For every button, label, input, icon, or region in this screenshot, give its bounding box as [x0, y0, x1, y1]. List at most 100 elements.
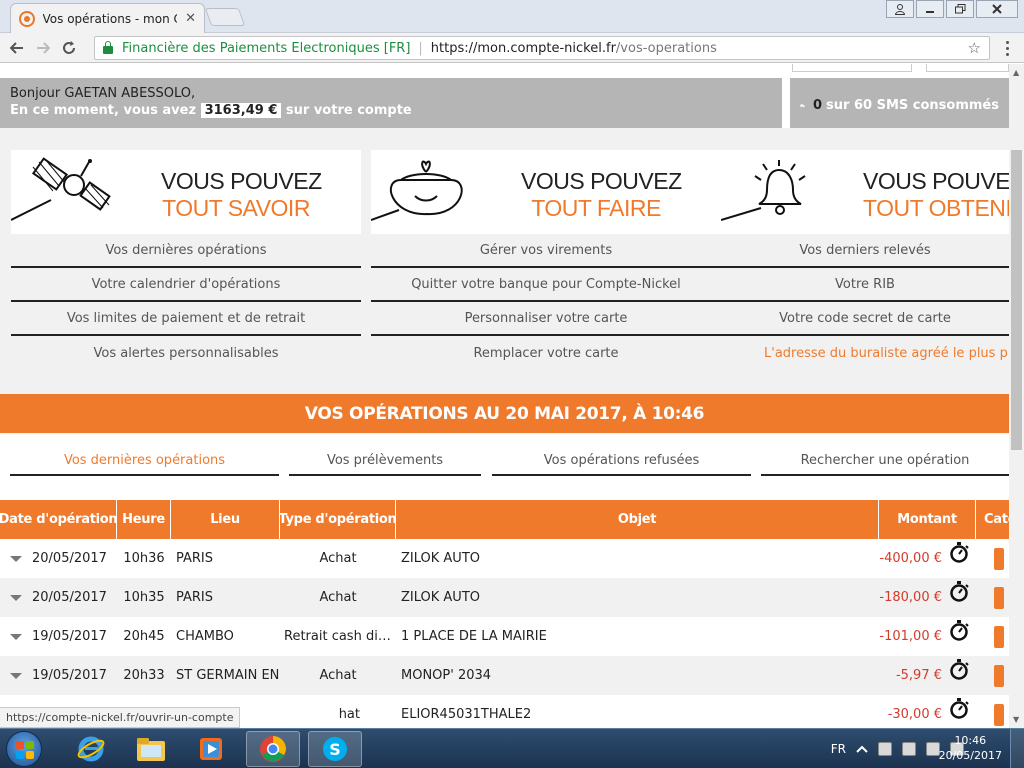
- tab-rechercher-operation[interactable]: Rechercher une opération: [761, 446, 1009, 476]
- col-objet[interactable]: Objet: [396, 500, 879, 539]
- taskbar-explorer[interactable]: [124, 731, 178, 767]
- address-bar[interactable]: Financière des Paiements Electroniques […: [94, 36, 990, 60]
- windows-logo-icon: [16, 741, 34, 759]
- page-scrollbar[interactable]: ▲ ▼: [1009, 64, 1024, 728]
- stopwatch-icon[interactable]: [948, 658, 970, 680]
- greeting-text: Bonjour GAETAN ABESSOLO,: [10, 86, 196, 101]
- device-icon[interactable]: [902, 742, 916, 756]
- sms-counter: 0 sur 60 SMS consommés: [790, 78, 1009, 138]
- table-row[interactable]: 20/05/2017 10h35 PARIS Achat ZILOK AUTO …: [0, 578, 1009, 617]
- category-icon[interactable]: [993, 625, 1004, 648]
- tab-operations-refusees[interactable]: Vos opérations refusées: [492, 446, 751, 476]
- link-quitter-banque[interactable]: Quitter votre banque pour Compte-Nickel: [371, 268, 721, 302]
- expand-caret-icon[interactable]: [10, 672, 22, 679]
- operations-banner: VOS OPÉRATIONS AU 20 MAI 2017, À 10:46: [0, 394, 1009, 433]
- table-row[interactable]: 19/05/2017 20h45 CHAMBO Retrait cash dis…: [0, 617, 1009, 656]
- close-window-button[interactable]: [976, 0, 1018, 18]
- scroll-down-icon[interactable]: ▼: [1013, 715, 1019, 724]
- link-virements[interactable]: Gérer vos virements: [371, 234, 721, 268]
- taskbar-skype[interactable]: S: [308, 731, 362, 767]
- show-desktop-button[interactable]: [1010, 729, 1024, 768]
- clock-time: 10:46: [954, 734, 987, 747]
- table-header: Date d'opération Heure Lieu Type d'opéra…: [0, 500, 1009, 539]
- sms-count: 0: [813, 98, 823, 113]
- scroll-thumb[interactable]: [1011, 150, 1022, 450]
- link-limites[interactable]: Vos limites de paiement et de retrait: [11, 302, 361, 336]
- col-categorie[interactable]: Caté: [976, 500, 1009, 539]
- chrome-icon: [260, 736, 286, 762]
- page-viewport: Bonjour GAETAN ABESSOLO, En ce moment, v…: [0, 64, 1009, 728]
- stopwatch-icon[interactable]: [948, 619, 970, 641]
- scroll-up-icon[interactable]: ▲: [1013, 68, 1019, 77]
- internet-explorer-icon: [77, 736, 105, 762]
- window-controls: [884, 0, 1018, 18]
- reload-button[interactable]: [56, 35, 82, 61]
- link-personnaliser-carte[interactable]: Personnaliser votre carte: [371, 302, 721, 336]
- category-icon[interactable]: [993, 703, 1004, 726]
- action-center-icon[interactable]: [878, 742, 892, 756]
- expand-caret-icon[interactable]: [10, 633, 22, 640]
- category-icon[interactable]: [993, 547, 1004, 570]
- skype-icon: S: [323, 737, 347, 761]
- link-rib[interactable]: Votre RIB: [721, 268, 1009, 302]
- category-icon[interactable]: [993, 586, 1004, 609]
- link-remplacer-carte[interactable]: Remplacer votre carte: [371, 336, 721, 370]
- col-date[interactable]: Date d'opération: [0, 500, 117, 539]
- stopwatch-icon[interactable]: [948, 697, 970, 719]
- back-button[interactable]: [4, 35, 30, 61]
- language-indicator[interactable]: FR: [831, 742, 846, 756]
- taskbar-internet-explorer[interactable]: [64, 731, 118, 767]
- lock-icon: [103, 40, 113, 54]
- taskbar-clock[interactable]: 10:46 20/05/2017: [939, 733, 1002, 763]
- feature-card-tout-savoir: VOUS POUVEZ TOUT SAVOIR: [11, 150, 361, 234]
- table-row[interactable]: 20/05/2017 10h36 PARIS Achat ZILOK AUTO …: [0, 539, 1009, 578]
- feature-heading: VOUS POUVEZ TOUT OBTENIR: [863, 168, 1009, 221]
- feature-card-tout-faire: VOUS POUVEZ TOUT FAIRE: [371, 150, 721, 234]
- start-button[interactable]: [6, 731, 42, 767]
- nickel-favicon-icon: [19, 10, 35, 27]
- link-dernieres-operations[interactable]: Vos dernières opérations: [11, 234, 361, 268]
- tab-close-icon[interactable]: ✕: [185, 11, 196, 26]
- stopwatch-icon[interactable]: [948, 580, 970, 602]
- browser-menu-button[interactable]: [998, 37, 1016, 59]
- tab-title: Vos opérations - mon Co: [42, 11, 178, 26]
- bookmark-star-icon[interactable]: ☆: [968, 39, 981, 57]
- link-buraliste[interactable]: L'adresse du buraliste agréé le plus pro…: [721, 336, 1009, 370]
- expand-caret-icon[interactable]: [10, 594, 22, 601]
- tray-expand-icon[interactable]: [856, 744, 868, 754]
- col-montant[interactable]: Montant: [879, 500, 976, 539]
- browser-toolbar: Financière des Paiements Electroniques […: [0, 33, 1024, 63]
- category-icon[interactable]: [993, 664, 1004, 687]
- col-lieu[interactable]: Lieu: [171, 500, 280, 539]
- operations-table: Date d'opération Heure Lieu Type d'opéra…: [0, 500, 1009, 728]
- link-releves[interactable]: Vos derniers relevés: [721, 234, 1009, 268]
- restore-button[interactable]: [946, 0, 974, 18]
- bell-icon: [721, 160, 806, 221]
- new-tab-button[interactable]: [204, 8, 246, 26]
- url-path: /vos-operations: [615, 40, 717, 56]
- expand-caret-icon[interactable]: [10, 555, 22, 562]
- tab-prelevements[interactable]: Vos prélèvements: [289, 446, 481, 476]
- minimize-button[interactable]: [916, 0, 944, 18]
- col-heure[interactable]: Heure: [117, 500, 171, 539]
- link-calendrier[interactable]: Votre calendrier d'opérations: [11, 268, 361, 302]
- url-host: https://mon.compte-nickel.fr: [430, 40, 616, 56]
- stopwatch-icon[interactable]: [948, 541, 970, 563]
- taskbar-chrome[interactable]: [246, 731, 300, 767]
- feature-links-savoir: Vos dernières opérations Votre calendrie…: [11, 234, 361, 370]
- menu-dot-icon: [1005, 40, 1009, 44]
- table-row[interactable]: 19/05/2017 20h33 ST GERMAIN EN Achat MON…: [0, 656, 1009, 695]
- taskbar-media-player[interactable]: [184, 731, 238, 767]
- feature-card-tout-obtenir: VOUS POUVEZ TOUT OBTENIR: [721, 150, 1009, 234]
- url-separator: |: [418, 40, 423, 56]
- close-icon: [992, 4, 1002, 14]
- link-alertes[interactable]: Vos alertes personnalisables: [11, 336, 361, 370]
- forward-button[interactable]: [30, 35, 56, 61]
- greeting-banner: Bonjour GAETAN ABESSOLO, En ce moment, v…: [0, 78, 782, 128]
- link-code-secret[interactable]: Votre code secret de carte: [721, 302, 1009, 336]
- tab-dernieres-operations[interactable]: Vos dernières opérations: [10, 446, 279, 476]
- svg-text:S: S: [329, 740, 341, 759]
- user-profile-button[interactable]: [886, 0, 914, 18]
- browser-tab[interactable]: Vos opérations - mon Co ✕: [10, 3, 205, 33]
- col-type[interactable]: Type d'opération: [280, 500, 396, 539]
